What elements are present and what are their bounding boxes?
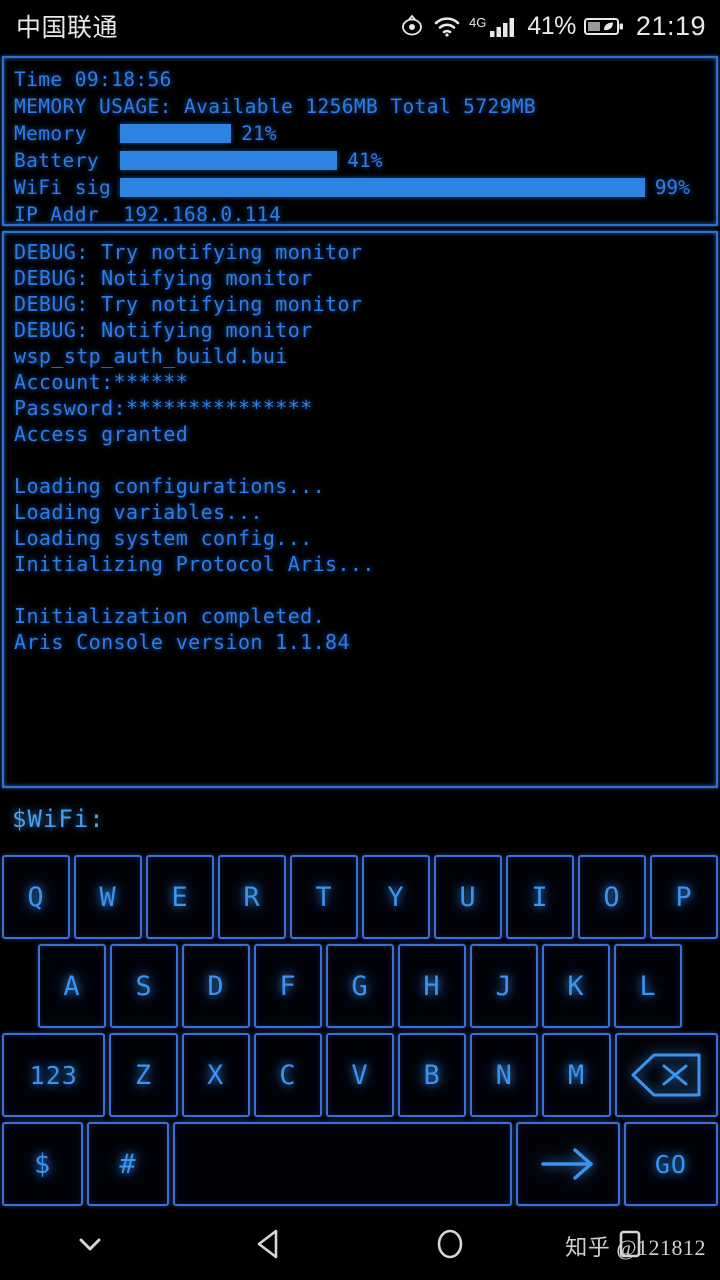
arrow-right-icon (541, 1148, 593, 1180)
key-w[interactable]: W (74, 855, 142, 939)
battery-percent-label: 41% (527, 11, 576, 40)
meter-value: 99% (654, 176, 690, 199)
backspace-icon (631, 1053, 701, 1097)
terminal-line: wsp_stp_auth_build.bui (14, 344, 288, 368)
keyboard-row-4: $ # GO (0, 1122, 720, 1208)
meter-row: WiFi sig 99% (14, 174, 706, 201)
terminal-line: DEBUG: Try notifying monitor (14, 240, 363, 264)
terminal-line: DEBUG: Try notifying monitor (14, 292, 363, 316)
meter-value: 21% (241, 122, 277, 145)
command-prompt[interactable]: $WiFi: (12, 805, 105, 833)
meter-track (120, 124, 232, 143)
terminal-line: Loading system config... (14, 526, 313, 550)
network-type-label: 4G (469, 14, 487, 30)
wifi-icon (433, 14, 461, 38)
key-go[interactable]: GO (623, 1122, 718, 1206)
key-space[interactable] (172, 1122, 512, 1206)
meter-fill (120, 124, 232, 143)
terminal-line: DEBUG: Notifying monitor (14, 266, 313, 290)
key-hash[interactable]: # (87, 1122, 169, 1206)
android-nav-bar: 知乎 @121812 (0, 1208, 720, 1280)
key-g[interactable]: G (326, 944, 394, 1028)
ip-address-line: IP Addr 192.168.0.114 (14, 203, 282, 226)
key-b[interactable]: B (398, 1033, 467, 1117)
keyboard-row-1: QWERTYUIOP (0, 855, 720, 941)
key-i[interactable]: I (506, 855, 574, 939)
key-a[interactable]: A (38, 944, 106, 1028)
key-e[interactable]: E (146, 855, 214, 939)
key-o[interactable]: O (578, 855, 646, 939)
meter-fill (120, 178, 645, 197)
keyboard-row-3: 123 Z X C V B N M (0, 1033, 720, 1119)
memory-usage-line: MEMORY USAGE: Available 1256MB Total 572… (14, 95, 537, 118)
meter-label: WiFi sig (14, 176, 112, 199)
terminal-line: Initializing Protocol Aris... (14, 552, 375, 576)
back-triangle-icon[interactable] (180, 1225, 360, 1263)
meter-fill (120, 151, 338, 170)
key-numeric-mode[interactable]: 123 (2, 1033, 106, 1117)
key-h[interactable]: H (398, 944, 466, 1028)
eye-icon (399, 14, 425, 38)
battery-saver-icon (583, 14, 624, 38)
key-v[interactable]: V (325, 1033, 395, 1117)
key-t[interactable]: T (290, 855, 358, 939)
key-x[interactable]: X (181, 1033, 250, 1117)
key-n[interactable]: N (470, 1033, 539, 1117)
key-backspace[interactable] (614, 1033, 718, 1117)
key-y[interactable]: Y (362, 855, 430, 939)
terminal-line: Aris Console version 1.1.84 (14, 630, 350, 654)
android-status-bar: 中国联通 4G 41% 21:19 (0, 0, 720, 52)
meter-row: Battery 41% (14, 147, 706, 174)
key-d[interactable]: D (182, 944, 250, 1028)
keyboard-row-2: ASDFGHJKL (0, 944, 720, 1030)
key-k[interactable]: K (542, 944, 610, 1028)
key-f[interactable]: F (254, 944, 322, 1028)
status-icons-group: 4G 41% 21:19 (399, 11, 706, 42)
terminal-line: Access granted (14, 422, 189, 446)
terminal-line: DEBUG: Notifying monitor (14, 318, 313, 342)
key-m[interactable]: M (542, 1033, 611, 1117)
key-z[interactable]: Z (109, 1033, 178, 1117)
meter-value: 41% (347, 149, 383, 172)
system-status-panel: Time 09:18:56 MEMORY USAGE: Available 12… (2, 56, 718, 226)
key-u[interactable]: U (434, 855, 502, 939)
key-arrow-right[interactable] (515, 1122, 620, 1206)
key-r[interactable]: R (218, 855, 286, 939)
phone-screen: 中国联通 4G 41% 21:19 Time 09:18:56 MEMORY U… (0, 0, 720, 1280)
terminal-line: Loading configurations... (14, 474, 326, 498)
terminal-log: DEBUG: Try notifying monitor DEBUG: Notif… (14, 239, 706, 655)
home-circle-icon[interactable] (360, 1225, 540, 1263)
meter-label: Battery (14, 149, 112, 172)
terminal-line: Initialization completed. (14, 604, 326, 628)
key-l[interactable]: L (614, 944, 682, 1028)
key-s[interactable]: S (110, 944, 178, 1028)
key-c[interactable]: C (253, 1033, 322, 1117)
terminal-output-panel[interactable]: DEBUG: Try notifying monitor DEBUG: Notif… (2, 231, 718, 788)
terminal-line: Password:*************** (14, 396, 313, 420)
key-dollar[interactable]: $ (2, 1122, 84, 1206)
terminal-line: Loading variables... (14, 500, 263, 524)
terminal-line: Account:****** (14, 370, 189, 394)
meter-label: Memory (14, 122, 112, 145)
meter-track (120, 151, 338, 170)
key-p[interactable]: P (650, 855, 718, 939)
virtual-keyboard: QWERTYUIOP ASDFGHJKL 123 Z X C V B N M $ # GO (0, 855, 720, 1208)
key-q[interactable]: Q (2, 855, 70, 939)
time-line: Time 09:18:56 (14, 68, 172, 91)
meter-track (120, 178, 645, 197)
watermark-label: 知乎 @121812 (565, 1235, 706, 1260)
meter-row: Memory 21% (14, 120, 706, 147)
chevron-down-icon[interactable] (0, 1229, 180, 1259)
key-j[interactable]: J (470, 944, 538, 1028)
meters-group: Memory 21% Battery 41% WiFi sig 99% (14, 120, 706, 201)
signal-bars-icon (489, 14, 519, 38)
clock-label: 21:19 (635, 10, 706, 41)
carrier-label: 中国联通 (16, 14, 119, 42)
